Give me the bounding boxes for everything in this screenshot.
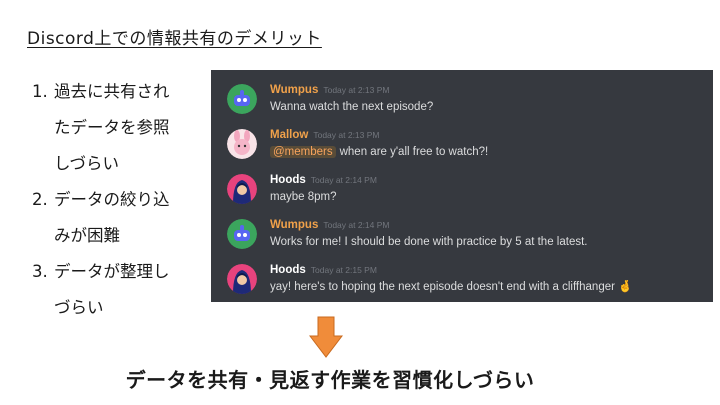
point-3-number: 3. [32,262,48,281]
message-text: Works for me! I should be done with prac… [270,236,588,248]
message-timestamp: Today at 2:13 PM [313,130,380,140]
message-timestamp: Today at 2:14 PM [323,220,390,230]
discord-chat-panel: Wumpus Today at 2:13 PM Wanna watch the n… [211,70,713,302]
chat-message[interactable]: Hoods Today at 2:14 PM maybe 8pm? [211,170,713,215]
chat-message[interactable]: Mallow Today at 2:13 PM @members when are … [211,125,713,170]
point-1-line-3: しづらい [54,154,120,173]
message-author[interactable]: Wumpus [270,219,318,231]
crossed-fingers-icon: 🤞 [617,281,633,293]
message-text: when are y'all free to watch?! [339,146,489,158]
slide-title: Discord上での情報共有のデメリット [27,29,322,49]
conclusion-text: データを共有・見返す作業を習慣化しづらい [125,368,535,392]
message-author[interactable]: Hoods [270,264,306,276]
message-timestamp: Today at 2:14 PM [310,175,377,185]
wumpus-avatar-icon[interactable] [227,219,257,249]
wumpus-avatar-icon[interactable] [227,84,257,114]
message-text: Wanna watch the next episode? [270,101,434,113]
point-1-line-2: たデータを参照 [54,118,170,137]
message-author[interactable]: Hoods [270,174,306,186]
message-author[interactable]: Mallow [270,129,308,141]
message-text: maybe 8pm? [270,191,337,203]
message-timestamp: Today at 2:13 PM [323,85,390,95]
point-1-number: 1. [32,82,48,101]
point-3-line-1: 3. データが整理し [32,260,202,296]
point-2-number: 2. [32,190,48,209]
chat-message[interactable]: Hoods Today at 2:15 PM yay! here's to hop… [211,260,713,305]
message-author[interactable]: Wumpus [270,84,318,96]
point-list: 1. 過去に共有され たデータを参照 しづらい 2. データの絞り込 みが困難 3.… [32,80,202,332]
hoods-avatar-icon[interactable] [227,264,257,294]
message-text: yay! here's to hoping the next episode d… [270,281,615,293]
mallow-avatar-icon[interactable] [227,129,257,159]
members-mention[interactable]: @members [270,146,336,158]
hoods-avatar-icon[interactable] [227,174,257,204]
point-1-line-1: 1. 過去に共有され [32,80,202,116]
chat-message[interactable]: Wumpus Today at 2:13 PM Wanna watch the n… [211,80,713,125]
point-3-line-2: づらい [54,298,104,317]
message-timestamp: Today at 2:15 PM [310,265,377,275]
message-text-row: @members when are y'all free to watch?! [270,144,713,160]
down-arrow-icon [309,316,343,358]
point-2-line-2: みが困難 [54,226,120,245]
message-text-row: yay! here's to hoping the next episode d… [270,279,713,295]
point-2-line-1: 2. データの絞り込 [32,188,202,224]
chat-message[interactable]: Wumpus Today at 2:14 PM Works for me! I s… [211,215,713,260]
